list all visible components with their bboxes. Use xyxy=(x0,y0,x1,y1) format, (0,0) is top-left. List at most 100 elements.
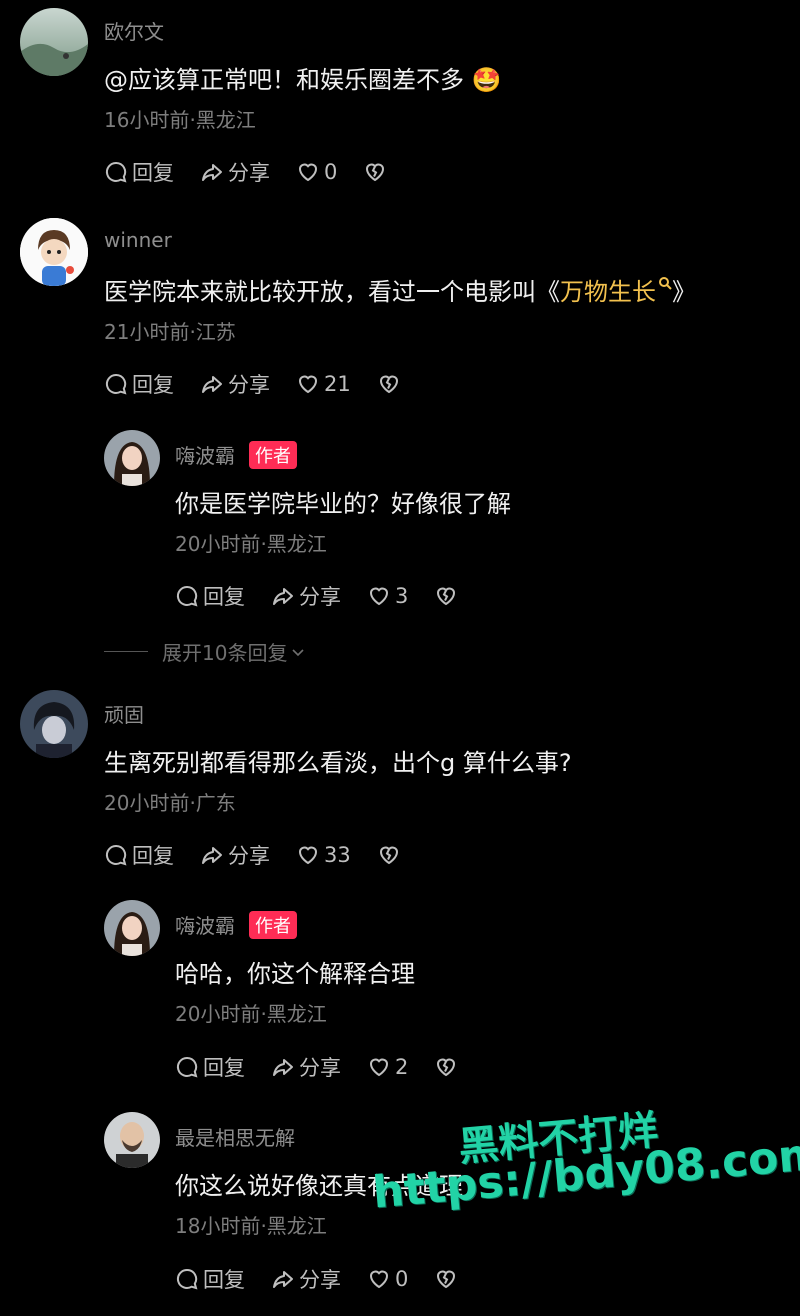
comment-text-before: 医学院本来就比较开放，看过一个电影叫《 xyxy=(104,278,560,306)
avatar[interactable] xyxy=(104,900,160,956)
share-button[interactable]: 分享 xyxy=(200,157,270,187)
expand-replies-label: 展开10条回复 xyxy=(162,641,288,665)
comment-bubble-icon xyxy=(176,1268,198,1290)
username-label: 嗨波霸 xyxy=(175,444,235,468)
chevron-down-icon xyxy=(292,648,305,656)
share-label: 分享 xyxy=(299,1056,341,1080)
share-arrow-icon xyxy=(202,847,222,864)
like-button[interactable]: 2 xyxy=(367,1055,408,1079)
search-icon xyxy=(659,277,672,290)
share-label: 分享 xyxy=(299,1268,341,1292)
reply-label: 回复 xyxy=(203,1056,245,1080)
comment-text: 生离死别都看得那么看淡，出个g 算什么事? xyxy=(104,749,572,777)
username-label: 嗨波霸 xyxy=(175,914,235,938)
share-arrow-icon xyxy=(273,1271,293,1288)
like-count: 0 xyxy=(395,1267,409,1291)
broken-heart-icon xyxy=(379,846,398,865)
reply-button[interactable]: 回复 xyxy=(104,157,174,187)
reply-button[interactable]: 回复 xyxy=(104,840,174,870)
comment-bubble-icon xyxy=(176,1056,198,1078)
comment-actions: 回复 分享 0 xyxy=(175,1264,484,1294)
comment-meta: 18小时前·黑龙江 xyxy=(175,1214,327,1238)
comment-list: 欧尔文 @应该算正常吧！和娱乐圈差不多 🤩 16小时前·黑龙江 回复 分享 0 xyxy=(0,0,800,1316)
username[interactable]: 嗨波霸 作者 xyxy=(175,440,297,469)
dislike-button[interactable] xyxy=(363,160,387,184)
heart-icon xyxy=(298,375,318,394)
like-count: 21 xyxy=(324,372,351,396)
comment-actions: 回复 分享 3 xyxy=(175,581,484,611)
share-label: 分享 xyxy=(228,844,270,868)
comment-actions: 回复 分享 2 xyxy=(175,1052,484,1082)
comment-bubble-icon xyxy=(105,161,127,183)
avatar[interactable] xyxy=(20,218,88,286)
share-button[interactable]: 分享 xyxy=(200,369,270,399)
reply-button[interactable]: 回复 xyxy=(175,581,245,611)
like-count: 0 xyxy=(324,160,338,184)
comment-meta: 20小时前·黑龙江 xyxy=(175,1002,327,1026)
like-button[interactable]: 0 xyxy=(367,1267,408,1291)
like-count: 3 xyxy=(395,584,409,608)
reply-label: 回复 xyxy=(132,373,174,397)
dislike-button[interactable] xyxy=(434,1055,458,1079)
author-badge: 作者 xyxy=(249,441,297,469)
dislike-button[interactable] xyxy=(377,372,401,396)
expand-replies-button[interactable]: 展开10条回复 xyxy=(104,637,307,666)
comment-meta: 20小时前·广东 xyxy=(104,791,236,815)
share-button[interactable]: 分享 xyxy=(271,581,341,611)
like-button[interactable]: 21 xyxy=(296,372,351,396)
username[interactable]: 欧尔文 xyxy=(104,16,164,45)
broken-heart-icon xyxy=(437,587,456,606)
share-label: 分享 xyxy=(228,161,270,185)
like-count: 33 xyxy=(324,843,351,867)
like-button[interactable]: 33 xyxy=(296,843,351,867)
heart-icon xyxy=(298,163,318,182)
comment-text: 医学院本来就比较开放，看过一个电影叫《万物生长》 xyxy=(104,272,696,307)
username[interactable]: 嗨波霸 作者 xyxy=(175,910,297,939)
comment-bubble-icon xyxy=(176,585,198,607)
like-button[interactable]: 3 xyxy=(367,584,408,608)
share-arrow-icon xyxy=(273,1059,293,1076)
reply-button[interactable]: 回复 xyxy=(175,1264,245,1294)
avatar[interactable] xyxy=(104,430,160,486)
heart-icon xyxy=(298,846,318,865)
comment-text: 哈哈，你这个解释合理 xyxy=(175,960,415,988)
avatar[interactable] xyxy=(104,1112,160,1168)
reply-label: 回复 xyxy=(203,585,245,609)
username[interactable]: winner xyxy=(104,228,172,252)
broken-heart-icon xyxy=(379,375,398,394)
share-button[interactable]: 分享 xyxy=(271,1052,341,1082)
share-button[interactable]: 分享 xyxy=(200,840,270,870)
avatar[interactable] xyxy=(20,690,88,758)
like-count: 2 xyxy=(395,1055,409,1079)
dislike-button[interactable] xyxy=(434,1267,458,1291)
broken-heart-icon xyxy=(366,163,385,182)
avatar[interactable] xyxy=(20,8,88,76)
comment-meta: 20小时前·黑龙江 xyxy=(175,532,327,556)
reply-label: 回复 xyxy=(132,161,174,185)
heart-icon xyxy=(369,1058,389,1077)
share-button[interactable]: 分享 xyxy=(271,1264,341,1294)
share-label: 分享 xyxy=(228,373,270,397)
share-arrow-icon xyxy=(202,376,222,393)
comment-text-after: 》 xyxy=(672,278,696,306)
movie-search-link[interactable]: 万物生长 xyxy=(560,277,672,306)
comment-text: 你是医学院毕业的？好像很了解 xyxy=(175,490,511,518)
broken-heart-icon xyxy=(437,1270,456,1289)
comment-meta: 16小时前·黑龙江 xyxy=(104,108,256,132)
dislike-button[interactable] xyxy=(434,584,458,608)
divider xyxy=(104,651,148,652)
comment-bubble-icon xyxy=(105,373,127,395)
like-button[interactable]: 0 xyxy=(296,160,337,184)
reply-button[interactable]: 回复 xyxy=(104,369,174,399)
comment-bubble-icon xyxy=(105,844,127,866)
broken-heart-icon xyxy=(437,1058,456,1077)
dislike-button[interactable] xyxy=(377,843,401,867)
share-arrow-icon xyxy=(202,164,222,181)
share-label: 分享 xyxy=(299,585,341,609)
username[interactable]: 最是相思无解 xyxy=(175,1122,295,1151)
share-arrow-icon xyxy=(273,588,293,605)
heart-icon xyxy=(369,1270,389,1289)
reply-button[interactable]: 回复 xyxy=(175,1052,245,1082)
username[interactable]: 顽固 xyxy=(104,699,144,728)
reply-label: 回复 xyxy=(203,1268,245,1292)
